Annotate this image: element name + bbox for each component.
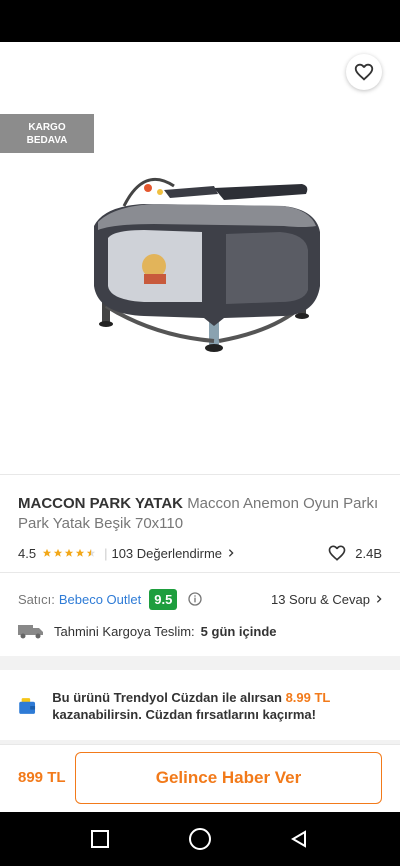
delivery-label: Tahmini Kargoya Teslim:	[54, 623, 195, 639]
wallet-promo-text: Bu ürünü Trendyol Cüzdan ile alırsan 8.9…	[52, 689, 384, 723]
info-icon[interactable]	[187, 591, 203, 607]
heart-outline-icon	[328, 545, 346, 561]
wallet-icon	[19, 698, 36, 714]
chevron-right-icon	[228, 549, 234, 557]
square-icon	[91, 830, 109, 848]
rating-row: 4.5 | 103 Değerlendirme 2.4B	[18, 543, 382, 563]
seller-row: Satıcı: Bebeco Outlet 9.5 13 Soru & Ceva…	[18, 588, 384, 610]
seller-label: Satıcı:	[18, 591, 55, 607]
triangle-back-icon	[291, 830, 306, 848]
star-half-icon	[86, 548, 96, 557]
badge-line-1: KARGO	[28, 121, 66, 133]
qa-link[interactable]: 13 Soru & Cevap	[271, 592, 384, 607]
product-brand[interactable]: MACCON PARK YATAK	[18, 495, 183, 512]
star-icon	[75, 548, 85, 557]
rating-value: 4.5	[18, 545, 37, 561]
wallet-text-before: Bu ürünü Trendyol Cüzdan ile alırsan	[52, 690, 286, 705]
star-icon	[64, 548, 74, 557]
divider	[0, 572, 400, 573]
separator: |	[104, 545, 108, 561]
section-separator	[0, 656, 400, 670]
divider	[0, 474, 400, 475]
delivery-row: Tahmini Kargoya Teslim: 5 gün içinde	[18, 620, 277, 642]
home-button[interactable]	[187, 826, 213, 852]
bottom-action-bar: 899 TL Gelince Haber Ver	[0, 744, 400, 812]
seller-score-badge: 9.5	[149, 588, 178, 610]
notify-when-available-button[interactable]: Gelince Haber Ver	[75, 752, 382, 804]
arrow-left-icon	[23, 65, 39, 81]
heart-outline-icon	[354, 63, 374, 81]
share-button[interactable]	[290, 56, 324, 90]
chevron-right-icon	[376, 595, 382, 603]
product-title: MACCON PARK YATAK Maccon Anemon Oyun Par…	[18, 494, 388, 534]
wallet-amount: 8.99 TL	[285, 690, 331, 705]
reviews-link[interactable]: | 103 Değerlendirme	[104, 546, 236, 561]
back-button[interactable]	[14, 58, 48, 88]
star-icon	[53, 548, 63, 557]
favorite-count-value: 2.4B	[355, 545, 382, 561]
reviews-label: 103 Değerlendirme	[111, 545, 223, 561]
circle-icon	[189, 828, 211, 850]
wallet-promo[interactable]: Bu ürünü Trendyol Cüzdan ile alırsan 8.9…	[18, 686, 384, 726]
star-icon	[42, 548, 52, 557]
qa-label: 13 Soru & Cevap	[270, 591, 370, 607]
price: 899 TL	[18, 769, 66, 786]
rating-stars	[42, 548, 96, 558]
wallet-text-after: kazanabilirsin. Cüzdan fırsatlarını kaçı…	[52, 707, 316, 722]
recents-button[interactable]	[87, 826, 113, 852]
seller-link[interactable]: Bebeco Outlet	[59, 592, 141, 607]
back-nav-button[interactable]	[286, 826, 312, 852]
badge-line-2: BEDAVA	[26, 134, 68, 146]
system-nav-bar	[0, 812, 400, 866]
share-icon	[298, 63, 316, 83]
favorite-count[interactable]: 2.4B	[327, 543, 382, 563]
status-bar	[0, 0, 400, 42]
delivery-value: 5 gün içinde	[200, 623, 277, 639]
product-image[interactable]	[84, 166, 324, 356]
free-shipping-badge: KARGO BEDAVA	[0, 114, 94, 153]
favorite-button[interactable]	[346, 54, 382, 90]
product-hero: KARGO BEDAVA	[0, 42, 400, 474]
truck-icon	[18, 625, 43, 639]
